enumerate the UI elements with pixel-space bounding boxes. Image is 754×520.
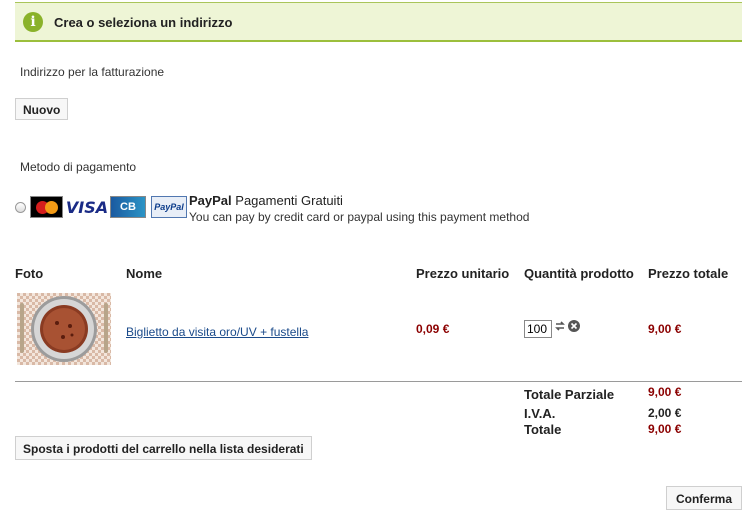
- mastercard-icon: [30, 196, 63, 218]
- total-value: 9,00 €: [648, 422, 682, 436]
- product-unit-price: 0,09 €: [416, 322, 450, 336]
- col-header-photo: Foto: [15, 266, 44, 281]
- product-image[interactable]: [17, 293, 111, 365]
- visa-icon: VISA: [65, 197, 109, 217]
- payment-method-suffix: Pagamenti Gratuiti: [235, 193, 343, 208]
- vat-label: I.V.A.: [524, 406, 556, 421]
- payment-method-name: PayPal: [189, 193, 232, 208]
- quantity-input[interactable]: [524, 320, 552, 338]
- product-name-link[interactable]: Biglietto da visita oro/UV + fustella: [126, 325, 308, 339]
- col-header-unit-price: Prezzo unitario: [416, 266, 510, 281]
- col-header-quantity: Quantità prodotto: [524, 266, 634, 281]
- paypal-logo-icon: PayPal: [151, 196, 187, 218]
- payment-radio[interactable]: [15, 202, 26, 213]
- info-icon: i: [23, 12, 43, 32]
- subtotal-label: Totale Parziale: [524, 387, 615, 402]
- refresh-icon[interactable]: [554, 320, 566, 332]
- banner-title: Crea o seleziona un indirizzo: [54, 15, 233, 30]
- col-header-name: Nome: [126, 266, 163, 281]
- confirm-button[interactable]: Conferma: [666, 486, 742, 510]
- col-header-total-price: Prezzo totale: [648, 266, 729, 281]
- subtotal-value: 9,00 €: [648, 385, 682, 399]
- payment-method-label: Metodo di pagamento: [20, 160, 137, 174]
- payment-method-description: You can pay by credit card or paypal usi…: [189, 210, 530, 224]
- billing-address-label: Indirizzo per la fatturazione: [20, 65, 165, 79]
- table-divider: [15, 381, 742, 382]
- new-address-button[interactable]: Nuovo: [15, 98, 69, 120]
- cb-card-icon: CB: [110, 196, 146, 218]
- info-banner: i Crea o seleziona un indirizzo: [15, 2, 742, 42]
- payment-method-title: PayPal Pagamenti Gratuiti: [189, 193, 343, 208]
- move-to-wishlist-button[interactable]: Sposta i prodotti del carrello nella lis…: [15, 436, 312, 460]
- product-total-price: 9,00 €: [648, 322, 682, 336]
- vat-value: 2,00 €: [648, 406, 682, 420]
- delete-icon[interactable]: [568, 320, 580, 332]
- total-label: Totale: [524, 422, 562, 437]
